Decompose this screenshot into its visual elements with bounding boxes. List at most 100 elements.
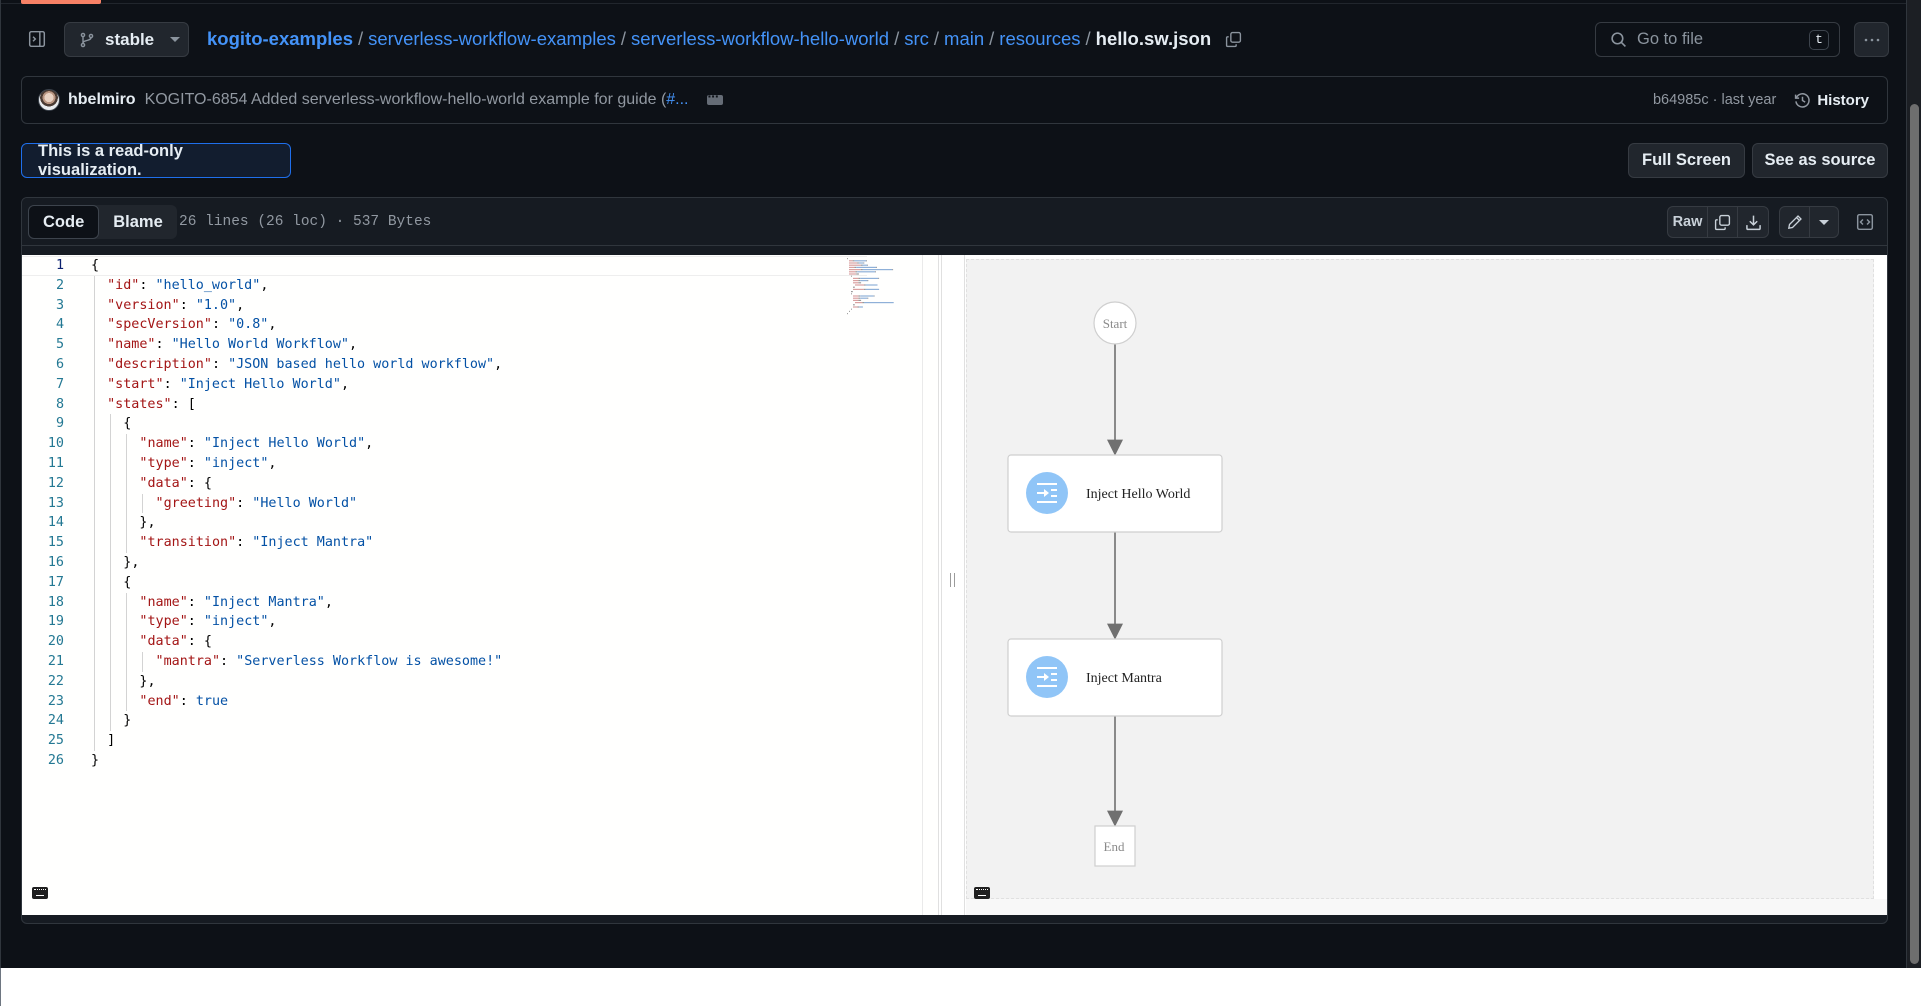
line-number[interactable]: 17 [22, 573, 64, 593]
line-number[interactable]: 4 [22, 315, 64, 335]
code-line: 20 "data": { [22, 632, 867, 652]
page-scrollbar-thumb[interactable] [1910, 104, 1919, 964]
code-text: "mantra": "Serverless Workflow is awesom… [155, 653, 503, 669]
line-number[interactable]: 16 [22, 553, 64, 573]
code-editor[interactable]: 1{2 "id": "hello_world", 3 "version": "1.0"… [22, 255, 939, 915]
line-number[interactable]: 7 [22, 375, 64, 395]
see-as-source-button[interactable]: See as source [1752, 143, 1888, 178]
line-number[interactable]: 14 [22, 513, 64, 533]
minimap-token [853, 304, 855, 306]
copy-raw-button[interactable] [1708, 207, 1738, 237]
line-number[interactable]: 11 [22, 454, 64, 474]
line-number[interactable]: 20 [22, 632, 64, 652]
line-number[interactable]: 8 [22, 395, 64, 415]
keyboard-icon[interactable] [32, 887, 48, 899]
sidebar-toggle-button[interactable] [23, 26, 51, 52]
breadcrumb-dir-link[interactable]: serverless-workflow-examples [368, 28, 616, 50]
commit-message[interactable]: KOGITO-6854 Added serverless-workflow-he… [145, 91, 689, 109]
workflow-diagram-canvas: Start Inject Hello World Inject Mantra End [1007, 301, 1223, 867]
breadcrumb-dir-link[interactable]: resources [999, 28, 1080, 50]
raw-button[interactable]: Raw [1668, 207, 1708, 237]
line-number[interactable]: 26 [22, 751, 64, 771]
line-number[interactable]: 13 [22, 494, 64, 514]
code-line: 3 "version": "1.0", [22, 296, 867, 316]
code-text: "type": "inject", [139, 614, 277, 630]
edit-file-button[interactable] [1780, 207, 1810, 237]
minimap-token [851, 275, 852, 277]
workflow-node-inject-mantra[interactable]: Inject Mantra [1007, 638, 1223, 717]
branch-selector[interactable]: stable [64, 22, 189, 57]
line-number[interactable]: 12 [22, 474, 64, 494]
minimap-token [863, 262, 865, 264]
workflow-diagram[interactable]: Start Inject Hello World Inject Mantra End [966, 259, 1874, 899]
workflow-node-start[interactable]: Start [1093, 301, 1137, 345]
page-scrollbar[interactable] [1906, 0, 1921, 968]
minimap-token [856, 273, 859, 275]
minimap-token [859, 306, 863, 308]
code-lines: 1{2 "id": "hello_world", 3 "version": "1.0"… [22, 256, 867, 771]
code-text: "data": { [139, 475, 212, 491]
code-minimap[interactable] [845, 257, 920, 317]
workflow-node-inject-hello-world[interactable]: Inject Hello World [1007, 454, 1223, 533]
minimap-token [867, 297, 869, 299]
line-number[interactable]: 6 [22, 355, 64, 375]
indent-guide [94, 275, 95, 751]
minimap-token [851, 308, 852, 310]
drag-grip-icon [950, 573, 955, 587]
latest-commit-bar: hbelmiro KOGITO-6854 Added serverless-wo… [21, 76, 1888, 124]
line-number[interactable]: 22 [22, 672, 64, 692]
tab-blame[interactable]: Blame [99, 205, 177, 239]
minimap-token [858, 299, 862, 301]
state-node-label: Inject Hello World [1086, 487, 1190, 502]
line-number[interactable]: 1 [22, 257, 64, 275]
breadcrumb-repo-link[interactable]: kogito-examples [207, 28, 353, 50]
editor-vertical-scrollbar[interactable] [922, 255, 938, 915]
line-number[interactable]: 25 [22, 731, 64, 751]
breadcrumb-dir-link[interactable]: main [944, 28, 984, 50]
line-number[interactable]: 24 [22, 711, 64, 731]
history-button[interactable]: History [1794, 92, 1869, 109]
workflow-node-end[interactable]: End [1094, 825, 1136, 867]
symbols-panel-button[interactable] [1853, 210, 1877, 234]
author-avatar[interactable] [38, 89, 60, 111]
inject-icon-line [1051, 673, 1057, 675]
commit-pr-link[interactable]: #... [666, 91, 688, 108]
code-text: } [123, 713, 132, 729]
code-text: }, [123, 554, 140, 570]
breadcrumb: kogito-examples / serverless-workflow-exam… [207, 26, 1242, 52]
more-options-button[interactable] [1854, 22, 1889, 57]
breadcrumb-dir-link[interactable]: serverless-workflow-hello-world [631, 28, 889, 50]
line-number[interactable]: 21 [22, 652, 64, 672]
line-number[interactable]: 3 [22, 296, 64, 316]
line-number[interactable]: 2 [22, 276, 64, 296]
minimap-token [858, 282, 862, 284]
breadcrumb-dir-link[interactable]: src [904, 28, 929, 50]
minimap-token [860, 295, 874, 297]
download-button[interactable] [1738, 207, 1768, 237]
go-to-file-search[interactable]: Go to file t [1595, 22, 1840, 57]
minimap-token [865, 284, 878, 286]
inject-icon-line [1051, 489, 1057, 491]
copy-path-button[interactable] [1225, 31, 1242, 48]
line-number[interactable]: 18 [22, 593, 64, 613]
edit-options-dropdown[interactable] [1810, 207, 1838, 237]
line-number[interactable]: 15 [22, 533, 64, 553]
code-line: 6 "description": "JSON based hello world … [22, 355, 867, 375]
tab-code[interactable]: Code [28, 205, 100, 239]
inject-icon-line [1037, 685, 1057, 687]
commit-sha-and-time[interactable]: b64985c · last year [1653, 92, 1776, 108]
expand-commit-message-button[interactable] [706, 88, 723, 105]
minimap-token [847, 258, 848, 260]
line-number[interactable]: 5 [22, 335, 64, 355]
split-resize-handle[interactable] [940, 255, 965, 915]
keyboard-icon[interactable] [974, 887, 990, 899]
full-screen-button[interactable]: Full Screen [1628, 143, 1745, 178]
line-number[interactable]: 23 [22, 692, 64, 712]
breadcrumb-separator: / [989, 28, 995, 49]
edit-actions-group [1779, 206, 1839, 238]
line-number[interactable]: 10 [22, 434, 64, 454]
line-number[interactable]: 19 [22, 612, 64, 632]
line-number[interactable]: 9 [22, 414, 64, 434]
download-icon [1745, 215, 1761, 230]
commit-author[interactable]: hbelmiro [68, 91, 136, 109]
